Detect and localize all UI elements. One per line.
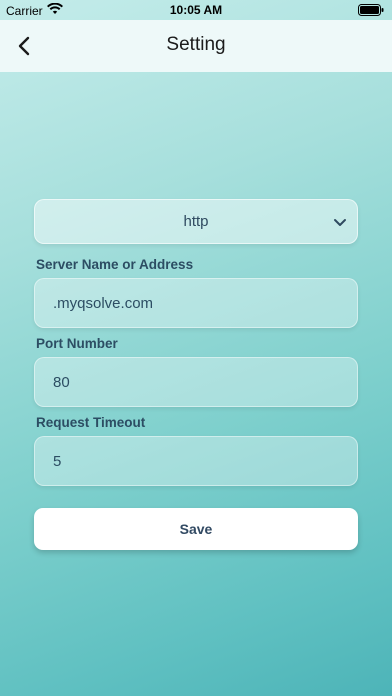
request-timeout-value: 5 [53,453,62,470]
protocol-dropdown[interactable]: http [34,199,358,244]
status-bar: Carrier 10:05 AM [0,0,392,20]
protocol-selected-value: http [183,213,209,230]
request-timeout-label: Request Timeout [36,415,146,430]
status-time: 10:05 AM [169,3,223,17]
port-number-label: Port Number [36,336,118,351]
server-name-value: .myqsolve.com [53,295,154,312]
request-timeout-field[interactable]: 5 [34,436,358,486]
server-name-field[interactable]: .myqsolve.com [34,278,358,328]
save-button[interactable]: Save [34,508,358,550]
port-number-value: 80 [53,374,70,391]
battery-icon [358,4,384,19]
chevron-down-icon [333,215,347,233]
page-title: Setting [166,34,226,55]
port-number-field[interactable]: 80 [34,357,358,407]
server-name-label: Server Name or Address [36,257,194,272]
navigation-bar: Setting [0,20,392,72]
